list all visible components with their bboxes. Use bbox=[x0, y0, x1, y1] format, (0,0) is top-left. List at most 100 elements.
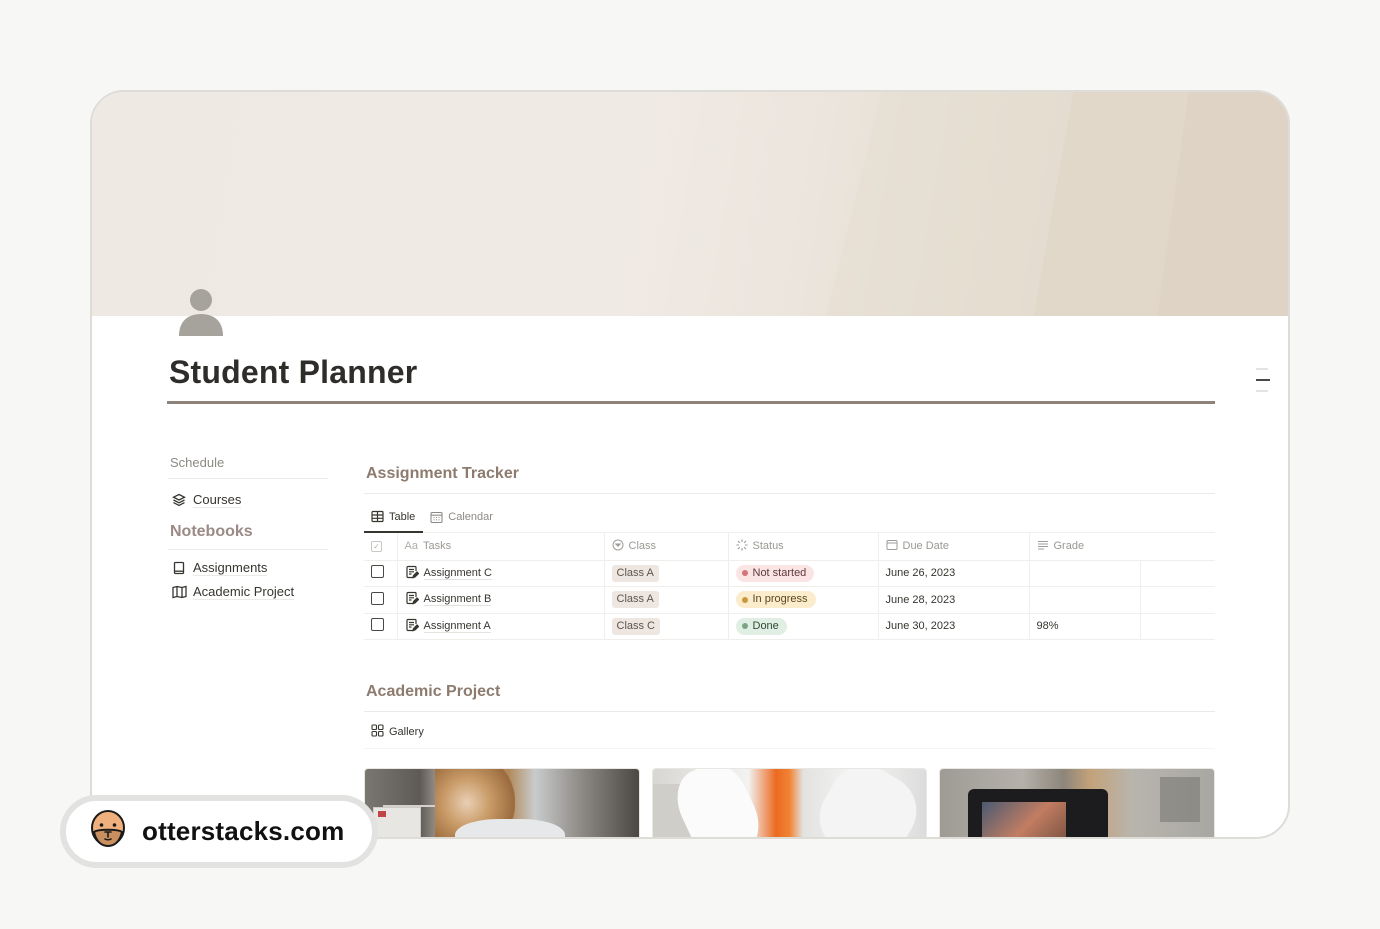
tab-table[interactable]: Table bbox=[364, 507, 424, 533]
status-dot bbox=[741, 570, 748, 577]
gallery-card[interactable] bbox=[364, 768, 640, 837]
column-label: Tasks bbox=[422, 540, 452, 553]
task-name[interactable]: Assignment C bbox=[423, 567, 492, 580]
text-aa-icon: Aa bbox=[404, 540, 418, 553]
tab-calendar[interactable]: Calendar bbox=[423, 507, 500, 532]
table-row[interactable]: Assignment C Class A Not started June 26… bbox=[364, 560, 1215, 587]
schedule-label[interactable]: Schedule bbox=[168, 452, 328, 479]
table-icon bbox=[371, 510, 384, 523]
document-edit-icon bbox=[405, 618, 419, 635]
student-in-lab-photo bbox=[365, 769, 639, 837]
select-icon bbox=[612, 539, 624, 554]
status-badge: In progress bbox=[735, 591, 816, 609]
notion-page-window: Student Planner Schedule Courses Noteboo… bbox=[90, 90, 1290, 839]
column-label: Due Date bbox=[902, 540, 949, 553]
gallery-icon bbox=[371, 724, 384, 740]
empty-cell[interactable] bbox=[1140, 586, 1215, 614]
page-title[interactable]: Student Planner bbox=[169, 354, 417, 391]
text-lines-icon bbox=[1037, 539, 1049, 554]
class-cell[interactable]: Class A bbox=[604, 586, 729, 614]
empty-cell[interactable] bbox=[1140, 560, 1215, 587]
toc-line-active[interactable] bbox=[1256, 379, 1270, 381]
due-date-cell[interactable]: June 26, 2023 bbox=[878, 560, 1030, 587]
status-cell[interactable]: In progress bbox=[728, 586, 879, 614]
gallery-grid bbox=[364, 768, 1216, 837]
watermark-site-label: otterstacks.com bbox=[142, 816, 345, 846]
nav-item-courses[interactable]: Courses bbox=[168, 488, 328, 512]
due-date-cell[interactable]: June 30, 2023 bbox=[878, 613, 1030, 640]
column-label: Class bbox=[628, 540, 657, 553]
task-cell[interactable]: Assignment A bbox=[397, 613, 605, 640]
checkbox-icon: ✓ bbox=[371, 541, 382, 553]
column-header-grade[interactable]: Grade bbox=[1029, 533, 1215, 561]
nav-item-label: Assignments bbox=[193, 560, 268, 576]
academic-project-title[interactable]: Academic Project bbox=[364, 680, 1215, 712]
status-dot bbox=[741, 623, 748, 630]
class-tag: Class A bbox=[611, 591, 659, 609]
done-checkbox[interactable] bbox=[371, 591, 384, 605]
status-label: In progress bbox=[752, 593, 808, 606]
table-row[interactable]: Assignment A Class C Done June 30, 2023 … bbox=[364, 613, 1215, 640]
status-cell[interactable]: Done bbox=[728, 613, 879, 640]
gloved-hands-microscope-photo bbox=[652, 769, 927, 837]
table-row[interactable]: Assignment B Class A In progress June 28… bbox=[364, 586, 1215, 614]
class-tag: Class A bbox=[611, 564, 659, 582]
tab-label: Gallery bbox=[389, 726, 424, 738]
status-label: Done bbox=[752, 619, 779, 632]
task-name[interactable]: Assignment A bbox=[423, 620, 491, 633]
done-checkbox[interactable] bbox=[371, 565, 384, 579]
class-cell[interactable]: Class A bbox=[604, 560, 729, 587]
task-cell[interactable]: Assignment B bbox=[397, 586, 605, 614]
camera-filming-photo bbox=[940, 769, 1215, 837]
toc-line[interactable] bbox=[1256, 390, 1268, 392]
due-date-cell[interactable]: June 28, 2023 bbox=[878, 586, 1030, 614]
nav-item-label: Academic Project bbox=[193, 584, 295, 600]
otter-face-icon bbox=[90, 810, 126, 853]
person-icon[interactable] bbox=[178, 288, 224, 338]
database-view-tabs: Table Calendar bbox=[364, 507, 1215, 533]
status-badge: Done bbox=[735, 617, 787, 635]
watermark-badge[interactable]: otterstacks.com bbox=[60, 795, 378, 868]
task-cell[interactable]: Assignment C bbox=[397, 560, 605, 587]
nav-item-academic-project[interactable]: Academic Project bbox=[168, 580, 328, 604]
assignment-table: ✓ Aa Tasks Class Status Due Date Grade A… bbox=[364, 533, 1215, 640]
column-label: Grade bbox=[1053, 540, 1085, 553]
book-icon bbox=[171, 560, 187, 576]
status-label: Not started bbox=[752, 566, 807, 579]
document-edit-icon bbox=[405, 565, 419, 582]
empty-cell[interactable] bbox=[1140, 613, 1215, 640]
status-badge: Not started bbox=[735, 564, 815, 582]
column-label: Status bbox=[752, 540, 784, 553]
tab-label: Table bbox=[389, 510, 416, 523]
grade-cell[interactable]: 98% bbox=[1029, 613, 1141, 640]
grade-cell[interactable] bbox=[1029, 560, 1141, 587]
done-checkbox-cell[interactable] bbox=[364, 613, 398, 640]
column-header-checkbox[interactable]: ✓ bbox=[364, 533, 398, 561]
table-header-row: ✓ Aa Tasks Class Status Due Date Grade bbox=[364, 533, 1215, 561]
toc-line[interactable] bbox=[1256, 368, 1268, 370]
done-checkbox-cell[interactable] bbox=[364, 586, 398, 614]
task-name[interactable]: Assignment B bbox=[423, 593, 492, 607]
status-cell[interactable]: Not started bbox=[728, 560, 879, 587]
table-of-contents-minimap[interactable] bbox=[1256, 368, 1272, 401]
gallery-card[interactable] bbox=[651, 768, 928, 837]
page-cover[interactable] bbox=[92, 92, 1288, 316]
done-checkbox-cell[interactable] bbox=[364, 560, 398, 587]
calendar-icon bbox=[430, 511, 443, 524]
layers-icon bbox=[171, 492, 187, 508]
main-content: Assignment Tracker Table Calendar ✓ Aa T… bbox=[364, 462, 1216, 837]
done-checkbox[interactable] bbox=[371, 618, 384, 632]
nav-item-label: Courses bbox=[193, 492, 242, 508]
class-cell[interactable]: Class C bbox=[604, 613, 729, 640]
calendar-icon bbox=[886, 539, 898, 554]
tab-gallery[interactable]: Gallery bbox=[364, 712, 1215, 749]
column-header-class[interactable]: Class bbox=[604, 533, 729, 561]
column-header-tasks[interactable]: Aa Tasks bbox=[397, 533, 605, 561]
status-dot bbox=[741, 596, 748, 603]
assignment-tracker-title[interactable]: Assignment Tracker bbox=[364, 462, 1215, 494]
nav-item-assignments[interactable]: Assignments bbox=[168, 556, 328, 580]
column-header-status[interactable]: Status bbox=[728, 533, 879, 561]
gallery-card[interactable] bbox=[939, 768, 1216, 837]
column-header-due-date[interactable]: Due Date bbox=[878, 533, 1030, 561]
grade-cell[interactable] bbox=[1029, 586, 1141, 614]
